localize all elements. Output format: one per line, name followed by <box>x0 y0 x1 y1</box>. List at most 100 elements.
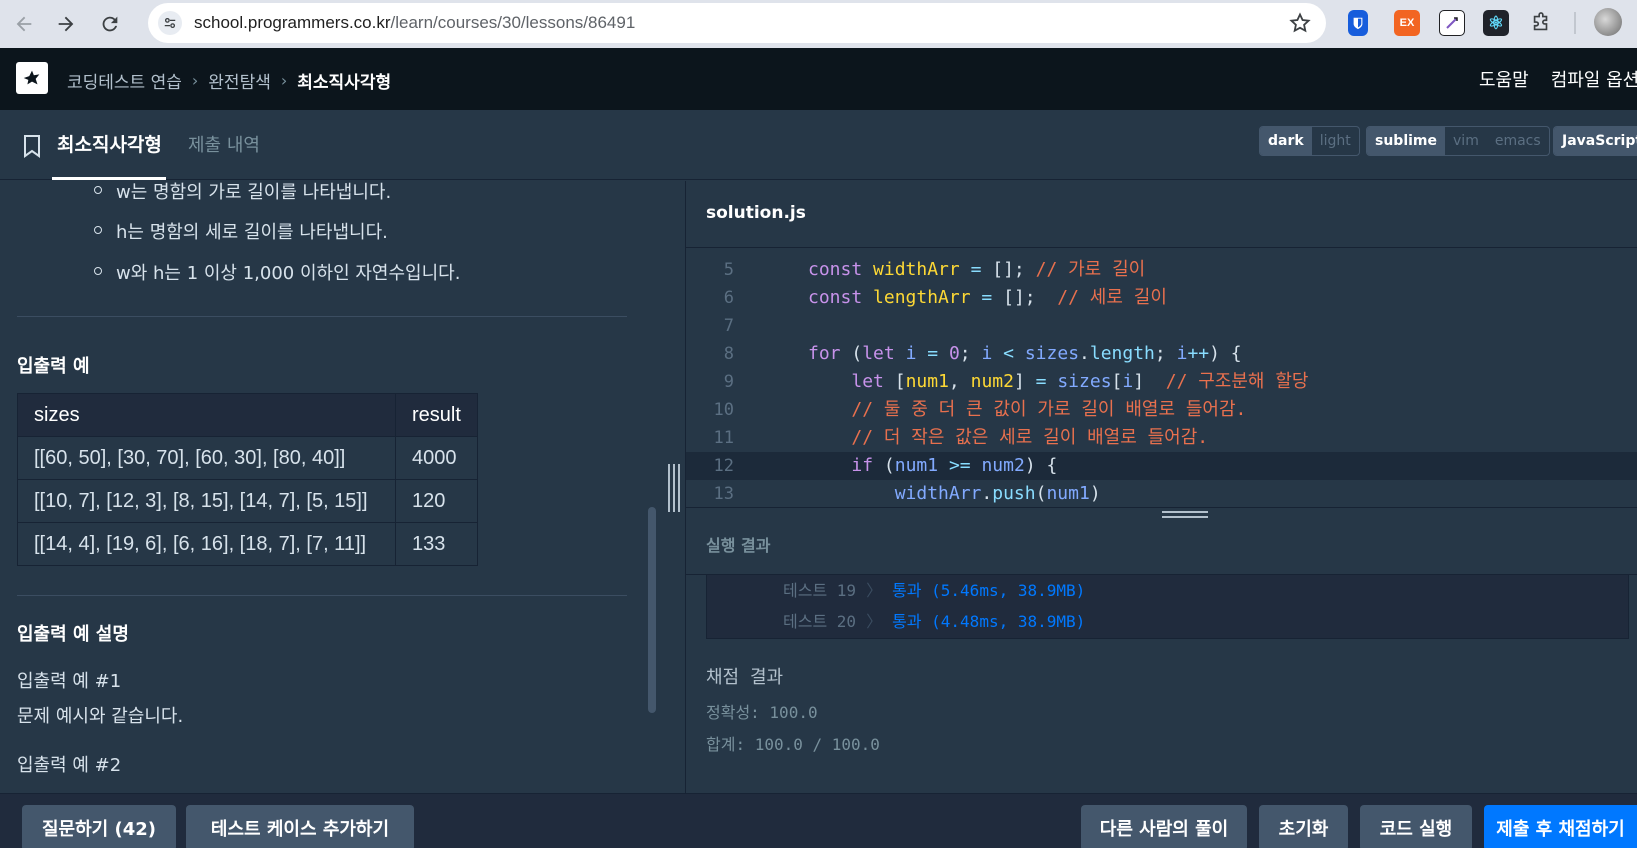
code-line: 5 const widthArr = []; // 가로 길이 <box>686 256 1637 284</box>
toolbar-divider <box>1574 12 1576 34</box>
browser-toolbar: school.programmers.co.kr/learn/courses/3… <box>0 0 1637 48</box>
table-row: [[14, 4], [19, 6], [6, 16], [18, 7], [7,… <box>17 522 478 566</box>
section-divider <box>17 316 627 317</box>
io-example-table: sizes result [[60, 50], [30, 70], [60, 3… <box>17 393 478 566</box>
tab-problem[interactable]: 최소직사각형 <box>57 130 162 157</box>
language-select[interactable]: JavaScript <box>1553 126 1637 156</box>
bookmark-star-icon[interactable] <box>1288 11 1312 35</box>
line-number: 8 <box>723 344 734 364</box>
bitwarden-icon[interactable] <box>1348 10 1368 36</box>
line-number: 10 <box>713 400 734 420</box>
app-header: 코딩테스트 연습 › 완전탐색 › 최소직사각형 도움말 컴파일 옵션 <box>0 48 1637 110</box>
submit-button[interactable]: 제출 후 채점하기 <box>1484 805 1637 848</box>
table-cell: [[14, 4], [19, 6], [6, 16], [18, 7], [7,… <box>17 522 396 566</box>
constraint-text: h는 명함의 세로 길이를 나타냅니다. <box>116 222 388 243</box>
chevron-right-icon: › <box>280 71 288 90</box>
site-info-icon[interactable] <box>158 11 182 35</box>
code-line: 8 for (let i = 0; i < sizes.length; i++) … <box>686 340 1637 368</box>
react-devtools-icon[interactable]: ⚛ <box>1483 10 1509 36</box>
arrow-right-icon <box>58 16 74 32</box>
keymap-emacs-option[interactable]: emacs <box>1487 127 1549 155</box>
column-header: sizes <box>17 393 396 437</box>
bird-logo-icon <box>23 70 40 85</box>
line-number: 5 <box>723 260 734 280</box>
theme-dark-option[interactable]: dark <box>1260 127 1312 155</box>
explain-1-text: 문제 예시와 같습니다. <box>17 706 184 727</box>
table-row: [[60, 50], [30, 70], [60, 30], [80, 40]]… <box>17 436 478 480</box>
table-cell: [[10, 7], [12, 3], [8, 15], [14, 7], [5,… <box>17 479 396 523</box>
active-tab-indicator <box>52 177 166 180</box>
compile-options-link[interactable]: 컴파일 옵션 <box>1551 66 1637 92</box>
ex-extension-icon[interactable]: EX <box>1394 10 1420 36</box>
address-bar[interactable]: school.programmers.co.kr/learn/courses/3… <box>148 3 1326 43</box>
table-cell: [[60, 50], [30, 70], [60, 30], [80, 40]] <box>17 436 396 480</box>
breadcrumb: 코딩테스트 연습 › 완전탐색 › 최소직사각형 <box>67 68 391 93</box>
forward-button[interactable] <box>48 6 84 42</box>
constraint-text: w는 명함의 가로 길이를 나타냅니다. <box>116 182 392 203</box>
puzzle-icon[interactable] <box>1528 10 1554 36</box>
question-button[interactable]: 질문하기 (42) <box>22 805 176 848</box>
section-divider <box>17 595 627 596</box>
constraint-item: w는 명함의 가로 길이를 나타냅니다. <box>93 181 392 204</box>
problem-description: w는 명함의 가로 길이를 나타냅니다. h는 명함의 세로 길이를 나타냅니다… <box>0 181 685 793</box>
header-links: 도움말 컴파일 옵션 <box>1479 66 1637 92</box>
test-case-label: 테스트 20 <box>783 612 857 631</box>
total-score: 합계: 100.0 / 100.0 <box>706 735 880 754</box>
programmers-logo[interactable] <box>16 62 48 94</box>
reset-button[interactable]: 초기화 <box>1259 805 1348 848</box>
line-number: 9 <box>723 372 734 392</box>
keymap-vim-option[interactable]: vim <box>1445 127 1487 155</box>
profile-avatar[interactable] <box>1594 8 1622 36</box>
theme-toggle: dark light <box>1259 126 1360 156</box>
io-example-title: 입출력 예 <box>17 356 90 377</box>
test-case-row: 테스트 20 〉 통과 (4.48ms, 38.9MB) <box>783 608 1085 632</box>
theme-light-option[interactable]: light <box>1312 127 1359 155</box>
run-code-button[interactable]: 코드 실행 <box>1360 805 1472 848</box>
test-case-status: 통과 (4.48ms, 38.9MB) <box>892 612 1086 631</box>
code-line: 13 widthArr.push(num1) <box>686 480 1637 507</box>
code-line-active: 12 if (num1 >= num2) { <box>686 452 1637 480</box>
chevron-right-icon: › <box>191 71 199 90</box>
test-case-row: 테스트 19 〉 통과 (5.46ms, 38.9MB) <box>783 577 1085 601</box>
io-explain-title: 입출력 예 설명 <box>17 624 129 645</box>
add-test-case-button[interactable]: 테스트 케이스 추가하기 <box>186 805 414 848</box>
editor-filename: solution.js <box>706 203 806 223</box>
reload-icon <box>102 16 118 32</box>
back-button[interactable] <box>6 6 42 42</box>
run-result-title: 실행 결과 <box>706 536 771 555</box>
accuracy-score: 정확성: 100.0 <box>706 703 818 722</box>
description-scrollbar[interactable] <box>648 507 656 713</box>
solution-panel: solution.js 5 const widthArr = []; // 가로 … <box>685 181 1637 793</box>
vertical-splitter-handle[interactable] <box>667 464 681 512</box>
bookmark-icon[interactable] <box>22 134 42 158</box>
constraint-item: h는 명함의 세로 길이를 나타냅니다. <box>94 218 388 244</box>
breadcrumb-item-current: 최소직사각형 <box>297 73 392 93</box>
table-cell: 120 <box>395 479 478 523</box>
notes-extension-icon[interactable] <box>1439 10 1465 36</box>
line-number: 11 <box>713 428 734 448</box>
column-header: result <box>395 393 478 437</box>
breadcrumb-item-category[interactable]: 완전탐색 <box>208 68 271 93</box>
code-line: 11 // 더 작은 값은 세로 길이 배열로 들어감. <box>686 424 1637 452</box>
table-cell: 4000 <box>395 436 478 480</box>
breadcrumb-item-practice[interactable]: 코딩테스트 연습 <box>67 68 182 93</box>
constraint-item: w와 h는 1 이상 1,000 이하인 자연수입니다. <box>93 259 460 285</box>
url-path: /learn/courses/30/lessons/86491 <box>390 13 636 32</box>
chevron-right-icon: 〉 <box>866 581 883 600</box>
url-host: school.programmers.co.kr <box>194 13 391 32</box>
tab-submissions[interactable]: 제출 내역 <box>188 131 260 157</box>
table-row: [[10, 7], [12, 3], [8, 15], [14, 7], [5,… <box>17 479 478 523</box>
code-line: 6 const lengthArr = []; // 세로 길이 <box>686 284 1637 312</box>
horizontal-splitter-handle[interactable] <box>1162 511 1208 523</box>
explain-1-title: 입출력 예 #1 <box>17 671 122 692</box>
table-cell: 133 <box>395 522 478 566</box>
keymap-sublime-option[interactable]: sublime <box>1367 127 1446 155</box>
code-editor[interactable]: 5 const widthArr = []; // 가로 길이 6 const le… <box>686 247 1637 507</box>
code-line: 10 // 둘 중 더 큰 값이 가로 길이 배열로 들어감. <box>686 396 1637 424</box>
explain-2-title: 입출력 예 #2 <box>17 755 122 776</box>
url-text[interactable]: school.programmers.co.kr/learn/courses/3… <box>194 13 635 33</box>
reload-button[interactable] <box>92 6 128 42</box>
action-bar: 질문하기 (42) 테스트 케이스 추가하기 다른 사람의 풀이 초기화 코드 … <box>0 793 1637 848</box>
help-link[interactable]: 도움말 <box>1479 66 1529 92</box>
other-solutions-button[interactable]: 다른 사람의 풀이 <box>1081 805 1247 848</box>
